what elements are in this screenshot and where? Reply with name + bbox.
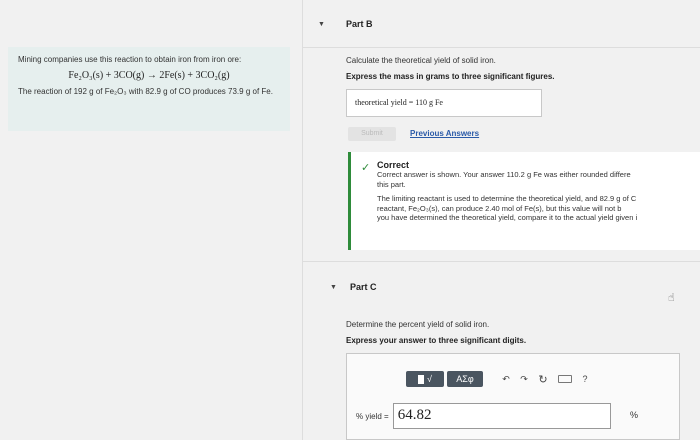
yield-label: % yield = xyxy=(356,411,389,421)
reset-icon[interactable]: ↻ xyxy=(533,371,553,387)
equation-toolbar: √ ΑΣφ ↶ ↷ ↻ ? xyxy=(406,369,626,389)
part-b-divider xyxy=(302,47,700,48)
column-divider xyxy=(302,0,303,440)
undo-icon[interactable]: ↶ xyxy=(497,371,515,387)
correct-feedback-box: ✓ Correct Correct answer is shown. Your … xyxy=(348,152,700,250)
part-c-heading[interactable]: Part C xyxy=(350,282,377,292)
collapse-caret-icon[interactable]: ▼ xyxy=(318,21,325,28)
part-c-divider xyxy=(302,261,700,262)
collapse-caret-icon[interactable]: ▼ xyxy=(330,284,337,291)
pointer-hand-icon: ☝ xyxy=(668,292,675,304)
part-b-heading[interactable]: Part B xyxy=(346,19,373,29)
keyboard-icon[interactable] xyxy=(553,371,577,387)
reaction-equation: Fe₂O₃(s) + 3CO(g) → 2Fe(s) + 3CO₂(g) xyxy=(68,70,230,81)
part-b-answer-display: theoretical yield = 110 g Fe xyxy=(346,89,542,117)
yield-input[interactable]: 64.82 xyxy=(392,403,611,429)
submit-button[interactable]: Submit xyxy=(348,127,396,141)
feedback-line: Correct answer is shown. Your answer 110… xyxy=(377,170,631,179)
part-c-directive: Express your answer to three significant… xyxy=(346,336,527,345)
feedback-line: reactant, Fe₂O₃(s), can produce 2.40 mol… xyxy=(377,203,622,213)
reaction-details: The reaction of 192 g of Fe₂O₃ with 82.9… xyxy=(18,87,273,96)
yield-input-row: % yield = 64.82 xyxy=(356,403,611,429)
part-c-instruction: Determine the percent yield of solid iro… xyxy=(346,320,490,329)
feedback-title: Correct xyxy=(377,160,410,170)
checkmark-icon: ✓ xyxy=(361,162,371,174)
percent-unit: % xyxy=(630,410,639,420)
sqrt-icon: √ xyxy=(427,374,432,384)
part-b-directive: Express the mass in grams to three signi… xyxy=(346,72,555,81)
template-box-icon xyxy=(418,374,425,384)
feedback-line: you have determined the theoretical yiel… xyxy=(377,213,638,222)
feedback-line: this part. xyxy=(377,179,406,189)
greek-symbols-button[interactable]: ΑΣφ xyxy=(447,371,483,387)
templates-button[interactable]: √ xyxy=(406,371,444,387)
help-icon[interactable]: ? xyxy=(577,371,593,387)
previous-answers-link[interactable]: Previous Answers xyxy=(410,129,479,138)
problem-intro: Mining companies use this reaction to ob… xyxy=(18,55,242,64)
redo-icon[interactable]: ↷ xyxy=(515,371,533,387)
feedback-line: The limiting reactant is used to determi… xyxy=(377,194,637,203)
part-b-instruction: Calculate the theoretical yield of solid… xyxy=(346,56,496,65)
problem-info-panel: Mining companies use this reaction to ob… xyxy=(8,47,290,131)
